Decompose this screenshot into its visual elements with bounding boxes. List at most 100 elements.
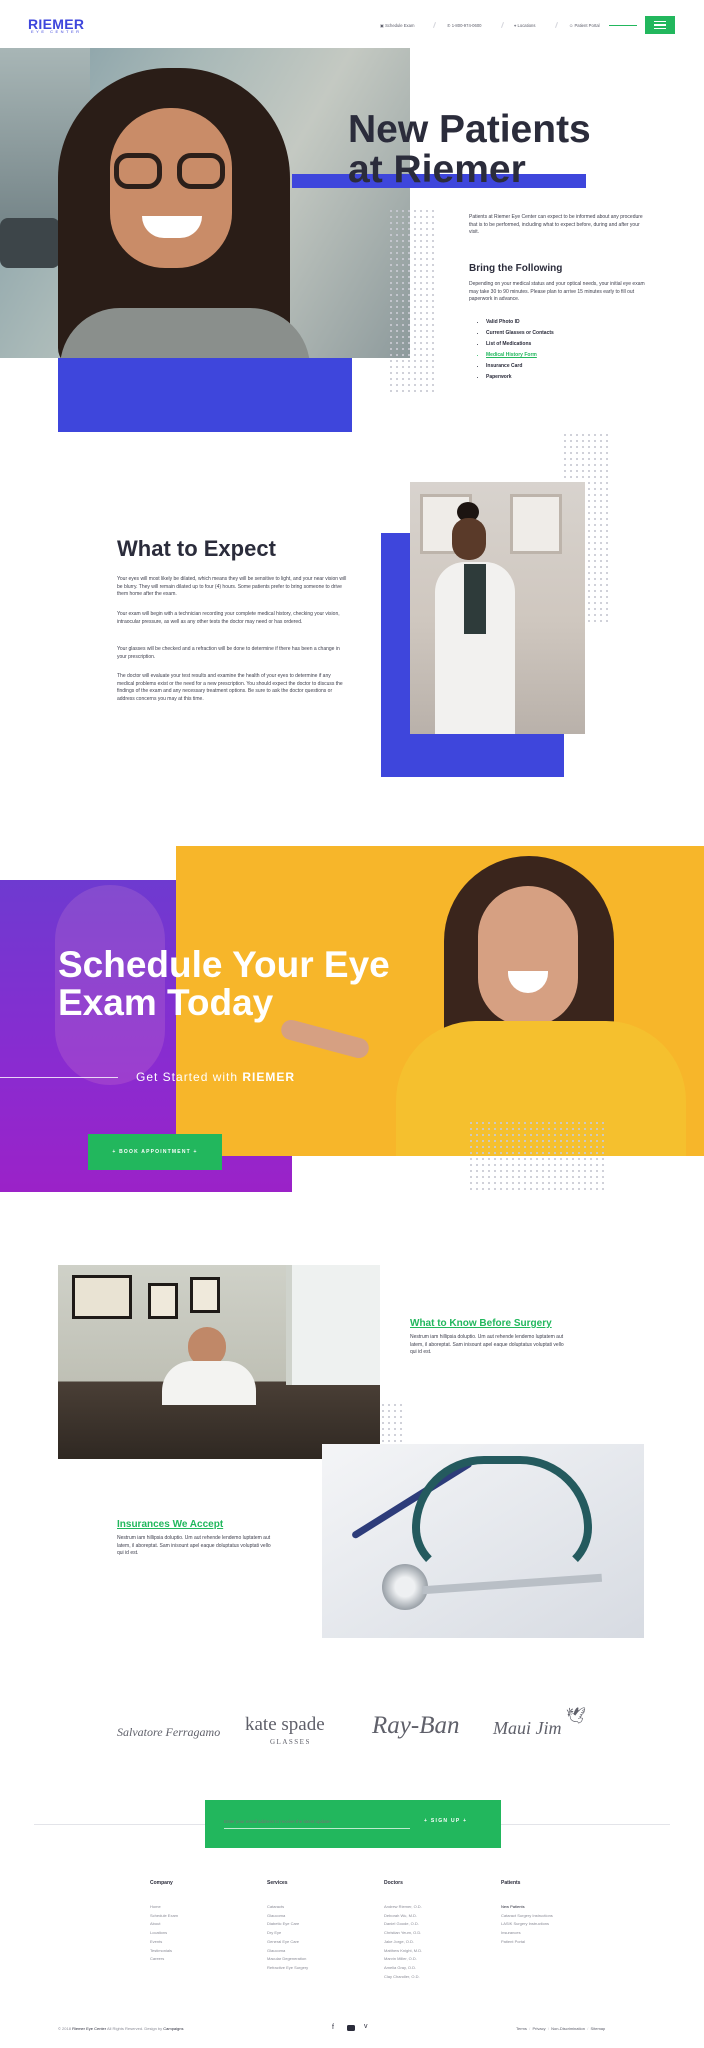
footer-link[interactable]: Deborah Wu, M.D. bbox=[384, 1912, 422, 1921]
surgery-text: Nestrum iam hillipsia doluptio. Um aut r… bbox=[410, 1334, 564, 1355]
facebook-icon[interactable]: f bbox=[332, 2024, 334, 2031]
list-item: List of Medications bbox=[486, 339, 554, 350]
medical-history-link[interactable]: Medical History Form bbox=[486, 350, 554, 361]
nav-patient-portal[interactable]: ☺ Patient Portal bbox=[569, 23, 600, 28]
schedule-subtitle: Get Started with RIEMER bbox=[136, 1070, 296, 1084]
insurance-text: Nestrum iam hillipsia doluptio. Um aut r… bbox=[117, 1535, 271, 1556]
expect-paragraph: The doctor will evaluate your test resul… bbox=[117, 673, 343, 702]
bring-text: Depending on your medical status and you… bbox=[469, 281, 645, 302]
page-title: New Patients at Riemer bbox=[348, 108, 591, 191]
nav-separator bbox=[501, 22, 504, 28]
footer-link[interactable]: Cataracts bbox=[267, 1903, 308, 1912]
dot-pattern bbox=[380, 1402, 404, 1446]
footer-heading: Company bbox=[150, 1880, 173, 1886]
footer-link[interactable]: Dry Eye bbox=[267, 1929, 308, 1938]
insurance-link[interactable]: Insurances We Accept bbox=[117, 1519, 223, 1530]
footer-link[interactable]: Andrew Riemer, O.D. bbox=[384, 1903, 422, 1912]
list-item: Valid Photo ID bbox=[486, 317, 554, 328]
nav-separator bbox=[433, 22, 436, 28]
footer-heading: Services bbox=[267, 1880, 288, 1886]
phone-icon: ✆ bbox=[447, 23, 451, 28]
footer-link[interactable]: Christian Yeum, O.D. bbox=[384, 1929, 422, 1938]
footer-link[interactable]: Careers bbox=[150, 1955, 178, 1964]
hero-accent-block bbox=[58, 358, 352, 432]
list-item: Current Glasses or Contacts bbox=[486, 328, 554, 339]
copyright: © 2018 Riemer Eye Center All Rights Rese… bbox=[58, 2026, 184, 2031]
book-appointment-button[interactable]: + BOOK APPOINTMENT + bbox=[88, 1134, 222, 1170]
dot-pattern bbox=[468, 1120, 606, 1190]
bird-icon: 🕊 bbox=[566, 1708, 587, 1725]
vimeo-icon[interactable]: v bbox=[364, 2023, 368, 2030]
youtube-icon[interactable] bbox=[347, 2025, 355, 2031]
menu-button[interactable] bbox=[645, 16, 675, 34]
footer-link[interactable]: Patient Portal bbox=[501, 1938, 553, 1947]
footer-link[interactable]: Events bbox=[150, 1938, 178, 1947]
brand-maui-jim: Maui Jim bbox=[493, 1718, 562, 1738]
footer-link[interactable]: Marvin Miller, O.D. bbox=[384, 1955, 422, 1964]
footer-link[interactable]: Glaucoma bbox=[267, 1947, 308, 1956]
newsletter-email-input[interactable] bbox=[224, 1815, 410, 1829]
privacy-link[interactable]: Privacy bbox=[532, 2026, 545, 2031]
hero-intro: Patients at Riemer Eye Center can expect… bbox=[469, 214, 643, 235]
expect-paragraph: Your exam will begin with a technician r… bbox=[117, 611, 340, 625]
brand-kate-spade-sub: GLASSES bbox=[270, 1738, 311, 1746]
stethoscope-photo bbox=[322, 1444, 644, 1638]
hero-photo-woman-glasses bbox=[0, 48, 410, 358]
sitemap-link[interactable]: Sitemap bbox=[591, 2026, 606, 2031]
footer-link[interactable]: Amelia Gray, O.D. bbox=[384, 1964, 422, 1973]
schedule-title: Schedule Your Eye Exam Today bbox=[58, 944, 390, 1023]
designer-link[interactable]: Campaigns bbox=[163, 2026, 183, 2031]
hamburger-icon-line bbox=[654, 27, 666, 29]
terms-link[interactable]: Terms bbox=[516, 2026, 527, 2031]
footer-link[interactable]: Locations bbox=[150, 1929, 178, 1938]
footer-column-doctors: Doctors Andrew Riemer, O.D. Deborah Wu, … bbox=[384, 1880, 422, 1981]
footer-link[interactable]: Jake Jorge, O.D. bbox=[384, 1938, 422, 1947]
brand-kate-spade: kate spade bbox=[245, 1714, 325, 1735]
footer-link[interactable]: Cataract Surgery Instructions bbox=[501, 1912, 553, 1921]
nav-separator bbox=[555, 22, 558, 28]
footer-link[interactable]: Refractive Eye Surgery bbox=[267, 1964, 308, 1973]
footer-link[interactable]: About bbox=[150, 1920, 178, 1929]
footer-link[interactable]: General Eye Care bbox=[267, 1938, 308, 1947]
footer-heading: Patients bbox=[501, 1880, 521, 1886]
menu-accent-line bbox=[609, 24, 637, 26]
footer-link[interactable]: Matthew Knight, M.D. bbox=[384, 1947, 422, 1956]
footer-link[interactable]: Home bbox=[150, 1903, 178, 1912]
footer-link[interactable]: Insurances bbox=[501, 1929, 553, 1938]
doctor-photo-woman bbox=[410, 482, 585, 734]
dot-pattern bbox=[388, 208, 434, 394]
pin-icon: ⌖ bbox=[514, 23, 517, 28]
expect-paragraph: Your glasses will be checked and a refra… bbox=[117, 646, 340, 660]
footer-link[interactable]: Testimonials bbox=[150, 1947, 178, 1956]
footer-link[interactable]: Macular Degeneration bbox=[267, 1955, 308, 1964]
calendar-icon: ▣ bbox=[380, 23, 384, 28]
footer-column-patients: Patients New Patients Cataract Surgery I… bbox=[501, 1880, 553, 1947]
list-item: Paperwork bbox=[486, 372, 554, 383]
footer-column-services: Services Cataracts Glaucoma Diabetic Eye… bbox=[267, 1880, 308, 1973]
footer-link[interactable]: Diabetic Eye Care bbox=[267, 1920, 308, 1929]
surgery-link[interactable]: What to Know Before Surgery bbox=[410, 1318, 552, 1329]
user-icon: ☺ bbox=[569, 23, 574, 28]
nav-schedule-exam[interactable]: ▣ Schedule Exam bbox=[380, 23, 414, 28]
hamburger-icon-line bbox=[654, 24, 666, 26]
footer-link[interactable]: New Patients bbox=[501, 1903, 553, 1912]
legal-links: Terms / Privacy / Non-Discrimination / S… bbox=[516, 2026, 606, 2031]
expect-title: What to Expect bbox=[117, 536, 276, 561]
footer-link[interactable]: Daniel Goode, O.D. bbox=[384, 1920, 422, 1929]
sign-up-button[interactable]: + SIGN UP + bbox=[424, 1818, 467, 1824]
schedule-divider bbox=[0, 1077, 118, 1078]
footer-heading: Doctors bbox=[384, 1880, 403, 1886]
footer-link[interactable]: LASIK Surgery Instructions bbox=[501, 1920, 553, 1929]
hamburger-icon bbox=[654, 21, 666, 23]
footer-link[interactable]: Clay Chandler, O.D. bbox=[384, 1973, 422, 1982]
footer-link[interactable]: Glaucoma bbox=[267, 1912, 308, 1921]
nav-locations[interactable]: ⌖ Locations bbox=[514, 23, 535, 28]
footer-column-company: Company Home Schedule Exam About Locatio… bbox=[150, 1880, 178, 1964]
bring-title: Bring the Following bbox=[469, 263, 563, 274]
bring-list: Valid Photo ID Current Glasses or Contac… bbox=[486, 317, 554, 383]
non-discrimination-link[interactable]: Non-Discrimination bbox=[551, 2026, 585, 2031]
nav-phone[interactable]: ✆ 1-800-974-0600 bbox=[447, 23, 482, 28]
footer-link[interactable]: Schedule Exam bbox=[150, 1912, 178, 1921]
brand-ray-ban: Ray-Ban bbox=[372, 1712, 460, 1739]
logo-subtitle: EYE CENTER bbox=[31, 29, 82, 34]
